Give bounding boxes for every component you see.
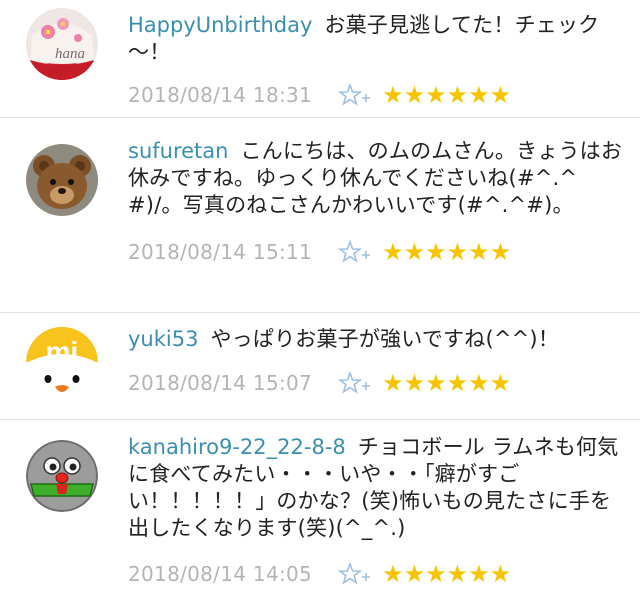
comment-text: kanahiro9-22_22-8-8 チョコボール ラムネも何気に食べてみたい・… [128,434,626,542]
user-avatar[interactable]: hana [26,8,98,80]
mi-chick-icon: mi [26,327,98,399]
comment-item: kanahiro9-22_22-8-8 チョコボール ラムネも何気に食べてみたい・… [0,420,640,597]
comment-text: yuki53 やっぱりお菓子が強いですね(^^)！ [128,326,626,353]
star-rating[interactable]: ★★★★★★ [382,240,511,264]
timestamp[interactable]: 2018/08/14 18:31 [128,83,312,107]
user-avatar[interactable] [26,144,98,216]
comment-list: hana HappyUnbirthday お菓子見逃してた！チェック～！ 2018… [0,0,640,597]
add-star-icon[interactable] [338,562,372,586]
comment-text: HappyUnbirthday お菓子見逃してた！チェック～！ [128,12,626,66]
user-avatar[interactable]: mi [26,327,98,399]
timestamp[interactable]: 2018/08/14 15:11 [128,240,312,264]
username-link[interactable]: sufuretan [128,139,228,163]
svg-text:mi: mi [46,336,79,367]
comment-meta: 2018/08/14 15:07 ★★★★★★ [128,368,626,398]
teddy-bear-icon [26,144,98,216]
star-rating[interactable]: ★★★★★★ [382,562,511,586]
user-avatar[interactable] [26,440,98,512]
cupcake-hana-icon: hana [26,8,98,80]
add-star-icon[interactable] [338,240,372,264]
robot-face-icon [26,440,98,512]
timestamp[interactable]: 2018/08/14 15:07 [128,371,312,395]
timestamp[interactable]: 2018/08/14 14:05 [128,562,312,586]
comment-meta: 2018/08/14 14:05 ★★★★★★ [128,559,626,589]
username-link[interactable]: HappyUnbirthday [128,13,312,37]
comment-item: mi yuki53 やっぱりお菓子が強いですね(^^)！ 2018/08/14 1… [0,313,640,420]
username-link[interactable]: yuki53 [128,327,198,351]
comment-meta: 2018/08/14 15:11 ★★★★★★ [128,237,626,267]
comment-item: sufuretan こんにちは、のムのムさん。きょうはお休みですね。ゆっくり休んで… [0,118,640,313]
svg-text:hana: hana [55,46,85,62]
comment-meta: 2018/08/14 18:31 ★★★★★★ [128,80,626,110]
star-rating[interactable]: ★★★★★★ [382,83,511,107]
username-link[interactable]: kanahiro9-22_22-8-8 [128,435,346,459]
add-star-icon[interactable] [338,371,372,395]
comment-item: hana HappyUnbirthday お菓子見逃してた！チェック～！ 2018… [0,0,640,118]
comment-text: sufuretan こんにちは、のムのムさん。きょうはお休みですね。ゆっくり休んで… [128,138,626,219]
star-rating[interactable]: ★★★★★★ [382,371,511,395]
comment-body: やっぱりお菓子が強いですね(^^)！ [210,327,560,351]
add-star-icon[interactable] [338,83,372,107]
